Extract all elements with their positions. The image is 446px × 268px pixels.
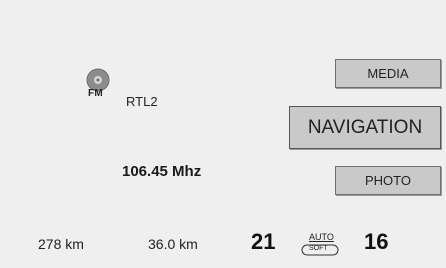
temperature-right: 16 [364,229,389,254]
climate-mode-label: AUTO [309,232,334,242]
range-readout-1: 278 km [38,236,84,252]
infotainment-screen: FM RTL2 106.45 Mhz MEDIA NAVIGATION PHOT… [0,0,446,268]
range-readout-2: 36.0 km [148,236,198,252]
climate-sub-mode-label: SOFT [309,245,328,252]
media-button[interactable]: MEDIA [335,59,441,88]
navigation-button[interactable]: NAVIGATION [289,106,441,149]
temperature-left: 21 [251,229,276,254]
station-name: RTL2 [126,94,158,109]
frequency-readout: 106.45 Mhz [122,163,202,180]
band-label: FM [88,88,104,99]
photo-button[interactable]: PHOTO [335,166,441,195]
